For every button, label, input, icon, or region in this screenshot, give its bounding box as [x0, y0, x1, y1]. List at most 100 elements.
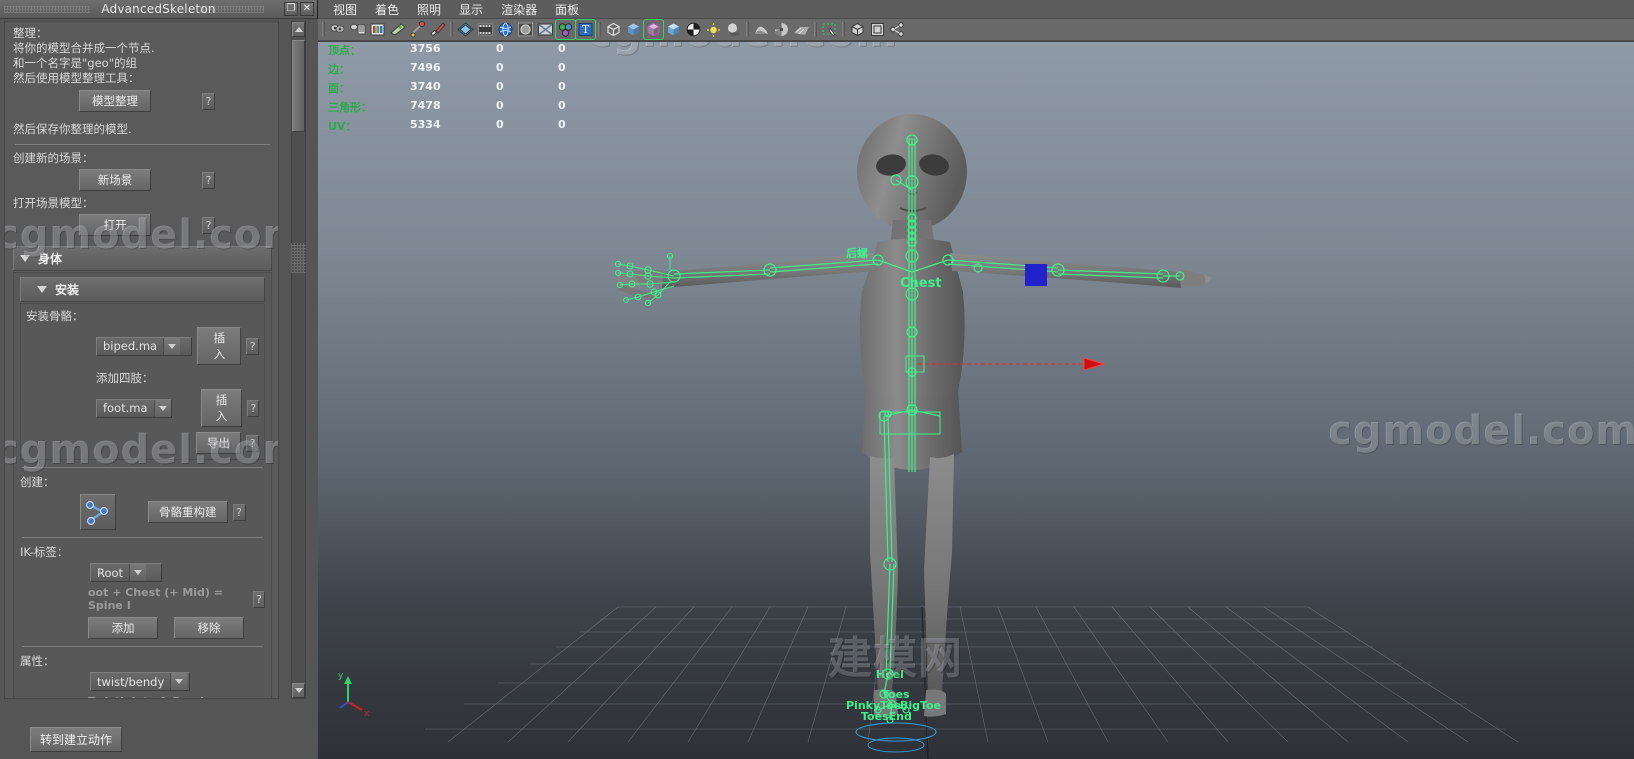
menu-shading[interactable]: 着色 [366, 0, 408, 19]
wireframe-box-icon[interactable] [604, 20, 623, 39]
window-titlebar[interactable]: AdvancedSkeleton ❐ ✕ [0, 0, 317, 19]
new-scene-help-icon[interactable]: ? [202, 171, 215, 189]
shaded-box-icon[interactable] [624, 20, 643, 39]
fit-skeleton-insert-button[interactable]: 插入 [197, 327, 242, 365]
cleanup-line-3: 然后使用模型整理工具： [13, 71, 140, 85]
chevron-down-icon-4 [153, 399, 171, 417]
playblast-icon[interactable] [428, 20, 447, 39]
restore-button[interactable]: ❐ [284, 2, 298, 16]
stat-value-triangles-3: 0 [558, 99, 566, 112]
ik-tags-hint-row: oot + Chest (+ Mid) = Spine I ? [20, 586, 265, 612]
marquee-select-icon[interactable] [820, 20, 839, 39]
panel-bottom-bar: 转到建立动作 [0, 719, 318, 759]
scrollbar-thumb[interactable] [292, 40, 305, 132]
joint-label-shoulder: 后螺 [846, 247, 868, 260]
menu-show[interactable]: 显示 [450, 0, 492, 19]
open-scene-button[interactable]: 打开 [79, 214, 151, 236]
create-help-icon[interactable]: ? [232, 503, 246, 521]
shaded-wireframe-icon[interactable] [643, 19, 664, 40]
light-shade-icon[interactable] [516, 20, 535, 39]
svg-text:T: T [582, 23, 590, 36]
smooth-shade-icon[interactable] [476, 20, 495, 39]
panel-resize-grip[interactable] [291, 243, 306, 273]
panel-scrollbar[interactable] [291, 21, 306, 699]
attributes-hint-row: TwistJoints & Bendy-limbs ? [20, 695, 265, 698]
menu-renderer[interactable]: 渲染器 [492, 0, 546, 19]
stat-value-edges-2: 0 [496, 61, 504, 74]
stat-value-faces-3: 0 [558, 80, 566, 93]
menu-lighting[interactable]: 照明 [408, 0, 450, 19]
add-limbs-select[interactable]: foot.ma [96, 398, 172, 418]
new-scene-button[interactable]: 新场景 [79, 169, 151, 191]
add-limbs-insert-button[interactable]: 插入 [200, 389, 243, 427]
stat-value-uvs-2: 0 [496, 118, 504, 131]
bookmarks-icon[interactable] [368, 20, 387, 39]
selected-control-handle [1025, 264, 1047, 286]
shadows-icon[interactable] [724, 20, 743, 39]
go-to-build-pose-button[interactable]: 转到建立动作 [30, 727, 123, 752]
texture-display-icon[interactable]: T [575, 19, 596, 40]
fit-skeleton-value: biped.ma [103, 339, 158, 353]
wireframe-icon[interactable] [456, 20, 475, 39]
install-frame: 安装骨骼： biped.ma 插入 ? 添加四肢： foot.ma 插入 ? 导… [20, 303, 265, 460]
open-scene-help-icon[interactable]: ? [202, 216, 215, 234]
isolate-select-icon[interactable] [848, 20, 867, 39]
fit-skeleton-select[interactable]: biped.ma [96, 336, 193, 356]
maya-viewport-panel: 视图 着色 照明 显示 渲染器 面板 T x y 顶点： 3756 0 0 边：… [318, 0, 1634, 759]
stat-label-vertices: 顶点： [328, 44, 361, 57]
share-view-icon[interactable] [888, 20, 907, 39]
menu-panels[interactable]: 面板 [546, 0, 588, 19]
divider-2 [22, 467, 263, 468]
add-limbs-help-icon[interactable]: ? [247, 399, 259, 417]
scroll-up-button[interactable] [292, 22, 305, 37]
camera-attributes-icon[interactable] [348, 20, 367, 39]
fit-skeleton-label: 安装骨骼： [26, 309, 84, 323]
ik-tags-select[interactable]: Root [90, 563, 162, 582]
use-default-light-icon[interactable] [704, 20, 723, 39]
fit-skeleton-help-icon[interactable]: ? [246, 337, 259, 355]
smooth-shaded-icon[interactable] [664, 20, 683, 39]
rebuild-skeleton-button[interactable]: 骨骼重构建 [148, 501, 228, 523]
new-scene-label: 创建新的场景： [13, 151, 94, 165]
install-section-header[interactable]: 安装 [20, 277, 265, 302]
image-plane-icon[interactable] [388, 20, 407, 39]
ik-add-button[interactable]: 添加 [88, 617, 158, 639]
ik-remove-button[interactable]: 移除 [174, 617, 244, 639]
3d-viewport[interactable]: x y 顶点： 3756 0 0 边： 7496 0 0 面： 3740 0 0… [318, 42, 1634, 759]
export-help-icon[interactable]: ? [246, 434, 259, 452]
model-cleanup-button[interactable]: 模型整理 [79, 90, 151, 112]
texture-shade-icon[interactable] [496, 20, 515, 39]
xray-select-icon[interactable] [868, 20, 887, 39]
export-button[interactable]: 导出 [196, 432, 241, 454]
ao-icon[interactable] [752, 20, 771, 39]
menu-view[interactable]: 视图 [324, 0, 366, 19]
stat-value-vertices-3: 0 [558, 42, 566, 55]
ik-tags-combo-row: Root [20, 563, 265, 582]
scroll-down-button[interactable] [292, 683, 305, 698]
stat-value-uvs-3: 0 [558, 118, 566, 131]
close-button[interactable]: ✕ [300, 2, 314, 16]
cleanup-heading: 整理： [13, 26, 48, 40]
xray-joints-icon[interactable] [555, 19, 576, 40]
attributes-select[interactable]: twist/bendy [90, 672, 190, 691]
hw-texturing-icon[interactable] [684, 20, 703, 39]
cleanup-row: 模型整理 ? [13, 90, 272, 112]
chevron-down-icon [20, 255, 30, 262]
panel-scroll-area[interactable]: 整理： 将你的模型合并成一个节点. 和一个名字是"geo"的组 然后使用模型整理… [4, 21, 279, 699]
cleanup-help-icon[interactable]: ? [202, 92, 215, 110]
select-camera-icon[interactable] [328, 20, 347, 39]
application-window: AdvancedSkeleton ❐ ✕ 整理： 将你的模型合并成一个节点. 和… [0, 0, 1634, 759]
new-scene-row: 新场景 ? [13, 169, 272, 191]
toolbar-separator-0 [320, 21, 327, 38]
stat-label-faces: 面： [328, 82, 350, 95]
grid-display-icon[interactable] [792, 20, 811, 39]
body-section-header[interactable]: 身体 [13, 246, 272, 271]
toolbar-separator-4 [812, 21, 819, 38]
skeleton-build-icon[interactable] [80, 494, 116, 530]
ik-tags-help-icon[interactable]: ? [253, 590, 265, 608]
keyframe-icon[interactable] [408, 20, 427, 39]
xray-shade-icon[interactable] [536, 20, 555, 39]
ground-grid [425, 606, 1519, 759]
motion-blur-icon[interactable] [772, 20, 791, 39]
stat-label-uvs: UV： [328, 120, 357, 133]
